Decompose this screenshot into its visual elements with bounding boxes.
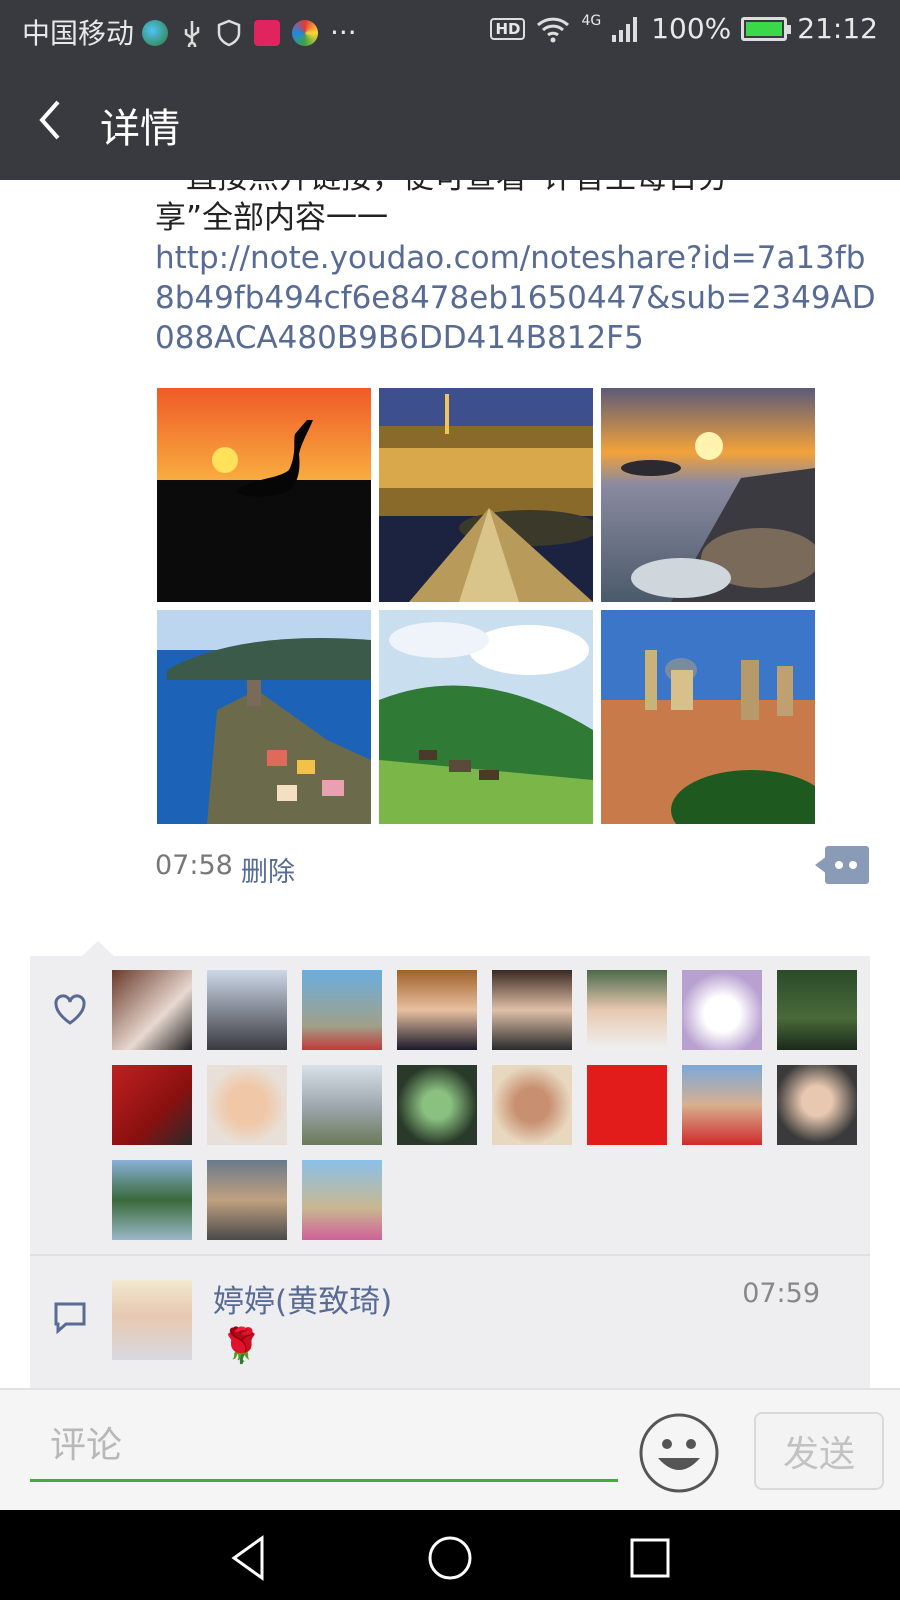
usb-icon [184,20,200,47]
status-bar: 中国移动 ··· HD 4G 100% 21:12 [0,0,900,62]
more-notifications-icon: ··· [330,16,357,49]
panel-caret [82,941,114,956]
post-text-clipped: 一直接点开链接，便可查看“评音王每日分 [155,180,729,198]
comment-input[interactable] [30,1412,618,1482]
carrier-name: 中国移动 [22,17,135,50]
liker-avatar[interactable] [302,1065,382,1145]
battery-percent: 100% [651,12,732,45]
liker-avatar[interactable] [207,1160,287,1240]
liker-avatar[interactable] [492,1065,572,1145]
comment-menu-icon[interactable] [815,846,869,884]
post-time: 07:58 [155,850,233,881]
clock: 21:12 [797,12,878,45]
hd-badge: HD [490,17,526,40]
system-navigation-bar [0,1510,900,1600]
network-type: 4G [581,12,602,29]
liker-avatar[interactable] [397,970,477,1050]
coast-sunset-photo[interactable] [601,388,815,602]
comment-bar: 发送 [0,1388,900,1510]
liker-avatar[interactable] [207,1065,287,1145]
delete-button[interactable]: 删除 [241,850,295,889]
shield-icon [217,19,241,46]
liker-avatar[interactable] [112,970,192,1050]
liker-avatar[interactable] [587,970,667,1050]
commenter-avatar[interactable] [112,1280,192,1360]
liker-avatar[interactable] [112,1065,192,1145]
liker-avatar[interactable] [207,970,287,1050]
page-title: 详情 [100,106,180,152]
battery-icon [741,16,792,41]
color-wheel-icon [292,19,318,46]
home-circle-icon[interactable] [422,1530,478,1586]
post-body: 一直接点开链接，便可查看“评音王每日分 享”全部内容一一 http://note… [155,180,885,362]
mountain-village-photo[interactable] [379,610,593,824]
liker-avatar[interactable] [682,970,762,1050]
liker-avatar[interactable] [682,1065,762,1145]
video-app-icon [254,19,280,46]
liker-avatar[interactable] [302,970,382,1050]
liker-avatar[interactable] [777,1065,857,1145]
liker-avatar[interactable] [112,1160,192,1240]
notification-icons: ··· [142,16,357,49]
likes-comments-panel: 婷婷(黄致琦) 07:59 🌹 [30,941,870,1388]
navigation-bar: 详情 [0,62,900,180]
hill-town-photo[interactable] [601,610,815,824]
louvre-night-photo[interactable] [379,388,593,602]
heron-sunset-photo[interactable] [157,388,371,602]
note-link[interactable]: http://note.youdao.com/noteshare?id=7a13… [155,238,885,358]
signal-icon [612,16,638,42]
emoji-icon[interactable] [638,1412,720,1494]
liker-avatar[interactable] [777,970,857,1050]
comment-icon [54,1302,86,1334]
wifi-icon [537,17,570,42]
vernazza-coast-photo[interactable] [157,610,371,824]
comment-author[interactable]: 婷婷(黄致琦) [213,1276,392,1321]
recents-square-icon[interactable] [622,1530,678,1586]
heart-icon [54,994,86,1025]
post-text: 享”全部内容一一 [155,200,389,236]
liker-avatar[interactable] [397,1065,477,1145]
liker-avatar[interactable] [302,1160,382,1240]
back-triangle-icon[interactable] [222,1530,278,1586]
back-arrow-icon[interactable] [30,98,74,142]
comment-content: 🌹 [220,1326,263,1366]
divider [30,1254,870,1256]
send-button[interactable]: 发送 [754,1412,884,1490]
liker-avatar[interactable] [587,1065,667,1145]
liker-avatar[interactable] [492,970,572,1050]
comment-time: 07:59 [742,1278,820,1309]
globe-icon [142,19,168,46]
